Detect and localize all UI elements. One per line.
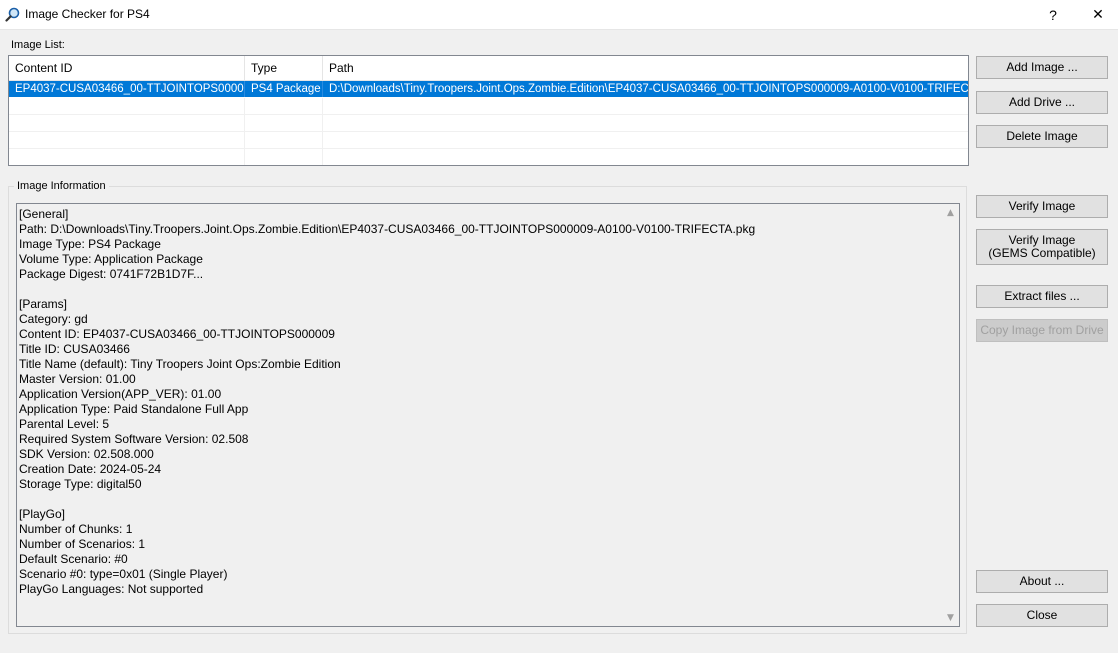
info-line: Number of Chunks: 1 — [19, 522, 133, 536]
image-list-label: Image List: — [11, 39, 65, 51]
empty-cell — [9, 132, 245, 148]
empty-cell — [9, 98, 245, 114]
info-line: Path: D:\Downloads\Tiny.Troopers.Joint.O… — [19, 222, 756, 236]
empty-row — [9, 149, 968, 165]
info-line: SDK Version: 02.508.000 — [19, 447, 154, 461]
info-line: [General] — [19, 207, 69, 221]
column-header-path[interactable]: Path — [323, 56, 968, 80]
magnifier-app-icon — [5, 7, 20, 22]
info-line: Application Type: Paid Standalone Full A… — [19, 402, 249, 416]
info-line: Title Name (default): Tiny Troopers Join… — [19, 357, 341, 371]
info-line: Master Version: 01.00 — [19, 372, 136, 386]
empty-cell — [245, 149, 323, 165]
scroll-up-icon[interactable]: ▲ — [942, 204, 959, 221]
image-information-text-area[interactable]: [General] Path: D:\Downloads\Tiny.Trooper… — [16, 203, 960, 627]
add-drive-button[interactable]: Add Drive ... — [976, 91, 1108, 114]
close-window-button[interactable]: ✕ — [1075, 0, 1118, 29]
delete-image-button[interactable]: Delete Image — [976, 125, 1108, 148]
image-information-content: [General] Path: D:\Downloads\Tiny.Trooper… — [19, 207, 937, 597]
info-line: [PlayGo] — [19, 507, 66, 521]
info-line: Title ID: CUSA03466 — [19, 342, 130, 356]
info-line: Number of Scenarios: 1 — [19, 537, 146, 551]
info-line — [19, 282, 937, 297]
empty-cell — [245, 98, 323, 114]
info-line: Volume Type: Application Package — [19, 252, 203, 266]
cell-path: D:\Downloads\Tiny.Troopers.Joint.Ops.Zom… — [329, 83, 968, 95]
info-line: Storage Type: digital50 — [19, 477, 142, 491]
info-line: Category: gd — [19, 312, 88, 326]
info-line: Image Type: PS4 Package — [19, 237, 161, 251]
info-line: PlayGo Languages: Not supported — [19, 582, 204, 596]
add-image-button[interactable]: Add Image ... — [976, 56, 1108, 79]
info-line: Scenario #0: type=0x01 (Single Player) — [19, 567, 228, 581]
empty-cell — [9, 115, 245, 131]
info-line: Package Digest: 0741F72B1D7F... — [19, 267, 204, 281]
cell-content-id: EP4037-CUSA03466_00-TTJOINTOPS000009 — [9, 81, 245, 97]
window-title: Image Checker for PS4 — [25, 7, 150, 21]
column-header-type[interactable]: Type — [245, 56, 323, 80]
empty-row — [9, 115, 968, 132]
empty-row — [9, 132, 968, 149]
vertical-scrollbar[interactable]: ▲ ▼ — [942, 204, 959, 626]
empty-cell — [245, 115, 323, 131]
info-line: Content ID: EP4037-CUSA03466_00-TTJOINTO… — [19, 327, 335, 341]
verify-image-button[interactable]: Verify Image — [976, 195, 1108, 218]
info-line: Parental Level: 5 — [19, 417, 110, 431]
cell-type: PS4 Package — [245, 81, 323, 97]
column-header-content-id[interactable]: Content ID — [9, 56, 245, 80]
empty-cell — [245, 132, 323, 148]
scroll-down-icon[interactable]: ▼ — [942, 609, 959, 626]
info-line: Required System Software Version: 02.508 — [19, 432, 249, 446]
verify-gems-line2: (GEMS Compatible) — [988, 246, 1096, 260]
extract-files-button[interactable]: Extract files ... — [976, 285, 1108, 308]
help-button[interactable]: ? — [1030, 0, 1076, 29]
close-button[interactable]: Close — [976, 604, 1108, 627]
image-information-label: Image Information — [14, 180, 109, 192]
copy-image-from-drive-button[interactable]: Copy Image from Drive — [976, 319, 1108, 342]
title-bar: Image Checker for PS4 ? ✕ — [0, 0, 1118, 30]
info-line: Creation Date: 2024-05-24 — [19, 462, 162, 476]
image-list[interactable]: Content ID Type Path EP4037-CUSA03466_00… — [8, 55, 969, 166]
empty-cell — [9, 149, 245, 165]
verify-image-gems-button[interactable]: Verify Image (GEMS Compatible) — [976, 229, 1108, 265]
table-row[interactable]: EP4037-CUSA03466_00-TTJOINTOPS000009 PS4… — [9, 81, 968, 97]
info-line — [19, 492, 937, 507]
image-list-header: Content ID Type Path — [9, 56, 968, 81]
info-line: [Params] — [19, 297, 68, 311]
info-line: Default Scenario: #0 — [19, 552, 128, 566]
info-line: Application Version(APP_VER): 01.00 — [19, 387, 222, 401]
empty-row — [9, 98, 968, 115]
about-button[interactable]: About ... — [976, 570, 1108, 593]
